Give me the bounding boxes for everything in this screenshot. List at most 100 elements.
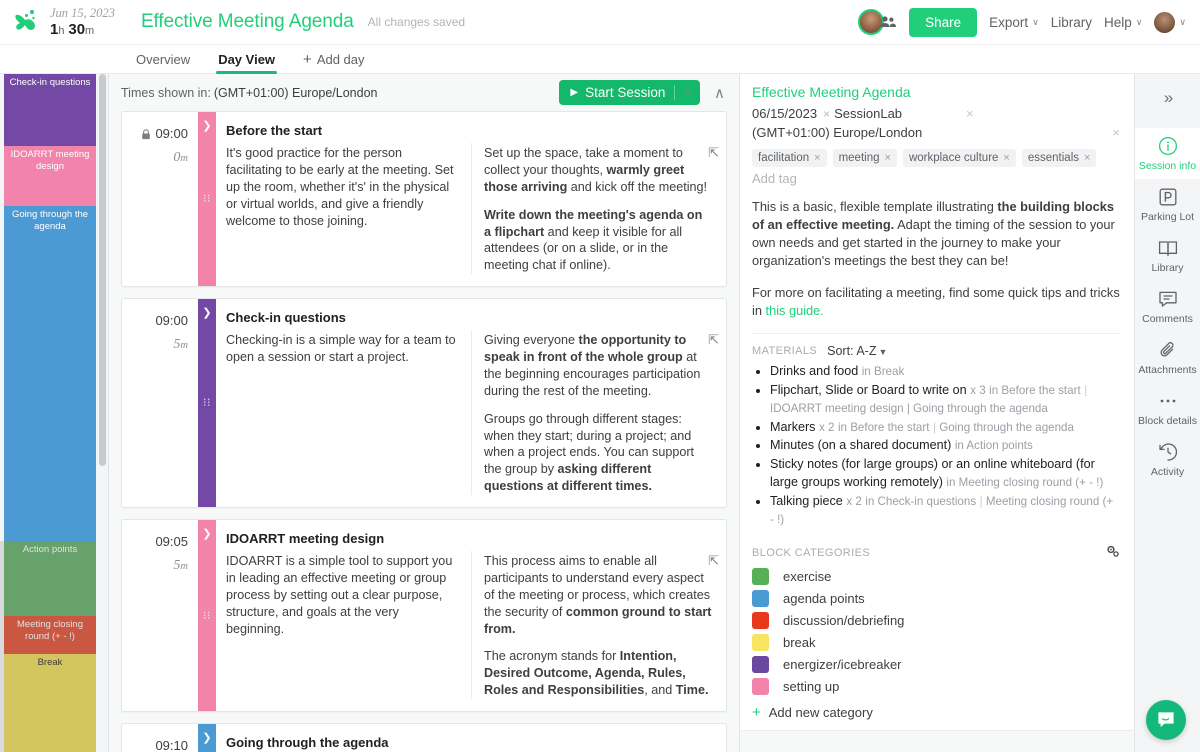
category-item[interactable]: discussion/debriefing	[752, 611, 1120, 629]
block-category-bar[interactable]: ❯ ⁝⁝	[198, 299, 216, 507]
block-description[interactable]: IDOARRT is a simple tool to support you …	[216, 551, 471, 699]
collapse-toggle-icon[interactable]: ∧	[710, 84, 729, 102]
session-panel-title[interactable]: Effective Meeting Agenda	[752, 84, 1120, 100]
tag-chip[interactable]: workplace culture ×	[902, 149, 1016, 167]
rail-item-session-info[interactable]: Session info	[1134, 128, 1200, 179]
session-timezone-value[interactable]: (GMT+01:00) Europe/London	[752, 125, 922, 140]
block-category-bar[interactable]: ❯⁝⁝	[198, 724, 216, 752]
clear-date-icon[interactable]: ×	[823, 107, 830, 121]
remove-tag-icon[interactable]: ×	[1003, 152, 1009, 164]
mini-timeline-block[interactable]: Break	[4, 654, 96, 752]
share-button[interactable]: Share	[909, 7, 978, 37]
category-item[interactable]: break	[752, 633, 1120, 651]
tag-chip[interactable]: meeting ×	[832, 149, 897, 167]
category-item[interactable]: setting up	[752, 677, 1120, 695]
add-tag-button[interactable]: Add tag	[752, 171, 1120, 186]
category-item[interactable]: agenda points	[752, 589, 1120, 607]
agenda-block[interactable]: 09:1050m❯⁝⁝Going through the agendaGo th…	[121, 723, 727, 752]
drag-handle-icon[interactable]: ⁝⁝	[198, 610, 216, 621]
category-color-swatch[interactable]	[752, 589, 769, 607]
user-avatar[interactable]	[1154, 11, 1176, 33]
user-menu[interactable]: ∨	[1154, 11, 1186, 33]
block-duration[interactable]: 0m	[130, 150, 188, 166]
block-title[interactable]: Going through the agenda	[216, 735, 726, 752]
mini-timeline-block[interactable]: Check-in questions	[4, 74, 96, 146]
drag-handle-icon[interactable]: ⁝⁝	[198, 193, 216, 204]
block-start-time[interactable]: 09:05	[130, 534, 188, 549]
block-title[interactable]: Check-in questions	[216, 310, 726, 330]
block-start-time[interactable]: 09:00	[130, 126, 188, 141]
mini-timeline[interactable]: Check-in questions IDOARRT meeting design…	[0, 74, 109, 752]
intercom-chat-button[interactable]	[1146, 700, 1186, 740]
category-item[interactable]: exercise	[752, 567, 1120, 585]
chevron-right-icon[interactable]: ❯	[198, 121, 216, 132]
page-title[interactable]: Effective Meeting Agenda	[141, 11, 354, 33]
guide-link[interactable]: this guide.	[766, 303, 824, 318]
material-item[interactable]: Minutes (on a shared document) in Action…	[770, 437, 1120, 455]
rail-item-comments[interactable]: Comments	[1135, 281, 1200, 332]
tag-chip[interactable]: essentials ×	[1021, 149, 1097, 167]
chevron-right-icon[interactable]: ❯	[198, 733, 216, 744]
block-title[interactable]: IDOARRT meeting design	[216, 531, 726, 551]
chevron-right-icon[interactable]: ❯	[198, 308, 216, 319]
block-category-bar[interactable]: ❯ ⁝⁝	[198, 112, 216, 287]
library-link[interactable]: Library	[1051, 15, 1092, 30]
material-item[interactable]: Talking piece x 2 in Check-in questions …	[770, 493, 1120, 529]
mini-timeline-scrollbar[interactable]	[99, 74, 106, 466]
gear-icon[interactable]	[1105, 544, 1120, 562]
expand-panel-icon[interactable]: »	[1164, 88, 1174, 108]
category-color-swatch[interactable]	[752, 611, 769, 629]
drag-handle-icon[interactable]: ⁝⁝	[198, 397, 216, 408]
mini-timeline-block[interactable]: Action points	[4, 541, 96, 616]
category-item[interactable]: energizer/icebreaker	[752, 655, 1120, 673]
block-category-bar[interactable]: ❯ ⁝⁝	[198, 520, 216, 711]
category-color-swatch[interactable]	[752, 655, 769, 673]
category-color-swatch[interactable]	[752, 633, 769, 651]
tab-day-view[interactable]: Day View	[204, 52, 289, 74]
add-category-button[interactable]: + Add new category	[752, 705, 1120, 720]
tab-add-day[interactable]: + Add day	[289, 52, 378, 73]
people-icon[interactable]	[879, 13, 897, 31]
category-color-swatch[interactable]	[752, 677, 769, 695]
material-item[interactable]: Markers x 2 in Before the start | Going …	[770, 419, 1120, 437]
collaborators[interactable]	[858, 9, 897, 35]
remove-tag-icon[interactable]: ×	[1084, 152, 1090, 164]
mini-timeline-block[interactable]: Meeting closing round (+ - !)	[4, 616, 96, 654]
block-title[interactable]: Before the start	[216, 123, 726, 143]
expand-block-icon[interactable]: ⇱	[708, 554, 719, 567]
rail-item-parking-lot[interactable]: Parking Lot	[1135, 179, 1200, 230]
mini-timeline-block[interactable]: IDOARRT meeting design	[4, 146, 96, 206]
tab-overview[interactable]: Overview	[122, 52, 204, 73]
block-notes[interactable]: Giving everyone the opportunity to speak…	[471, 330, 726, 495]
sessionlab-logo-icon[interactable]	[10, 5, 44, 39]
chevron-right-icon[interactable]: ❯	[198, 529, 216, 540]
block-description[interactable]: Checking-in is a simple way for a team t…	[216, 330, 471, 495]
clear-organization-icon[interactable]: ×	[966, 106, 974, 121]
session-organization[interactable]: SessionLab	[834, 106, 902, 121]
material-item[interactable]: Flipchart, Slide or Board to write on x …	[770, 382, 1120, 418]
agenda-block[interactable]: 09:00 5m ❯ ⁝⁝ Check-in questions Checking-in …	[121, 298, 727, 508]
chevron-down-icon[interactable]: ∨	[684, 87, 691, 98]
rail-item-block-details[interactable]: Block details	[1135, 383, 1200, 434]
agenda-block[interactable]: 09:00 0m ❯ ⁝⁝ Before the start It's good prac…	[121, 111, 727, 288]
help-menu[interactable]: Help ∨	[1104, 15, 1142, 30]
clear-timezone-icon[interactable]: ×	[1112, 125, 1120, 140]
block-notes[interactable]: This process aims to enable all particip…	[471, 551, 726, 699]
remove-tag-icon[interactable]: ×	[814, 152, 820, 164]
block-duration[interactable]: 5m	[130, 337, 188, 353]
expand-block-icon[interactable]: ⇱	[708, 333, 719, 346]
timezone-value[interactable]: (GMT+01:00) Europe/London	[214, 86, 378, 100]
session-date-value[interactable]: 06/15/2023	[752, 106, 817, 121]
materials-sort-dropdown[interactable]: Sort: A-Z ▼	[827, 344, 887, 358]
block-notes[interactable]: Set up the space, take a moment to colle…	[471, 143, 726, 275]
rail-item-attachments[interactable]: Attachments	[1135, 332, 1200, 383]
export-menu[interactable]: Export ∨	[989, 15, 1039, 30]
block-start-time[interactable]: 09:00	[130, 313, 188, 328]
agenda-block[interactable]: 09:05 5m ❯ ⁝⁝ IDOARRT meeting design IDOARRT …	[121, 519, 727, 712]
material-item[interactable]: Sticky notes (for large groups) or an on…	[770, 456, 1120, 492]
tag-chip[interactable]: facilitation ×	[752, 149, 827, 167]
remove-tag-icon[interactable]: ×	[885, 152, 891, 164]
rail-item-activity[interactable]: Activity	[1135, 434, 1200, 485]
mini-timeline-block[interactable]: Going through the agenda	[4, 206, 96, 541]
rail-item-library[interactable]: Library	[1135, 230, 1200, 281]
